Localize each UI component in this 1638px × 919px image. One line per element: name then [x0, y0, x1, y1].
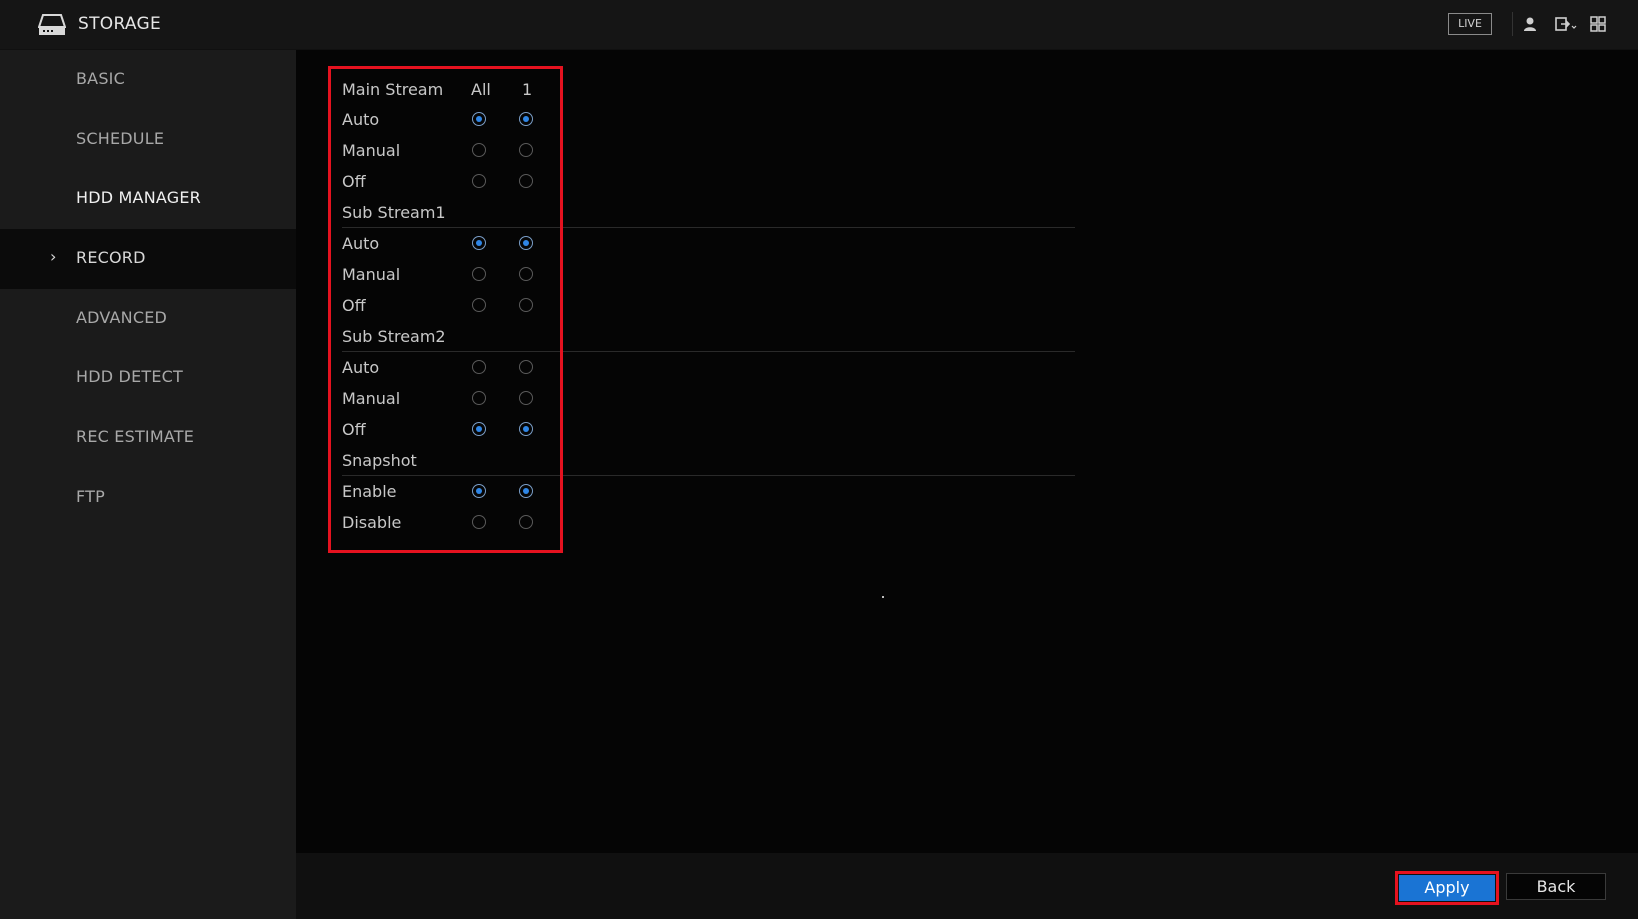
sidebar-item-rec-estimate[interactable]: REC ESTIMATE — [0, 408, 296, 466]
sidebar-item-label: FTP — [76, 487, 105, 506]
sidebar-item-label: BASIC — [76, 69, 125, 88]
sidebar-item-label: SCHEDULE — [76, 129, 165, 148]
sidebar-item-label: HDD MANAGER — [76, 188, 201, 207]
chevron-right-icon: › — [50, 247, 57, 266]
sidebar-item-label: REC ESTIMATE — [76, 427, 195, 446]
sidebar-item-label: RECORD — [76, 248, 146, 267]
logout-icon[interactable] — [1554, 15, 1578, 33]
sidebar-item-hdd-detect[interactable]: HDD DETECT — [0, 348, 296, 406]
sidebar: BASIC SCHEDULE HDD MANAGER › RECORD ADVA… — [0, 50, 296, 919]
sidebar-item-advanced[interactable]: ADVANCED — [0, 289, 296, 347]
sidebar-item-label: HDD DETECT — [76, 367, 184, 386]
sidebar-item-schedule[interactable]: SCHEDULE — [0, 110, 296, 168]
sidebar-item-hdd-manager[interactable]: HDD MANAGER — [0, 169, 296, 227]
grid-menu-icon[interactable] — [1589, 15, 1607, 33]
user-icon[interactable] — [1521, 15, 1539, 33]
sidebar-item-ftp[interactable]: FTP — [0, 468, 296, 526]
toolbar-divider — [1512, 12, 1513, 36]
cursor-dot — [882, 596, 884, 598]
sidebar-item-label: ADVANCED — [76, 308, 168, 327]
top-bar: STORAGE LIVE — [0, 0, 1638, 50]
page-title: STORAGE — [78, 14, 162, 34]
storage-icon — [38, 14, 66, 35]
apply-button[interactable]: Apply — [1399, 875, 1495, 901]
sidebar-item-basic[interactable]: BASIC — [0, 50, 296, 108]
live-button[interactable]: LIVE — [1448, 13, 1492, 35]
back-button[interactable]: Back — [1506, 873, 1606, 900]
highlight-box — [328, 66, 563, 553]
sidebar-item-record[interactable]: › RECORD — [0, 229, 296, 289]
